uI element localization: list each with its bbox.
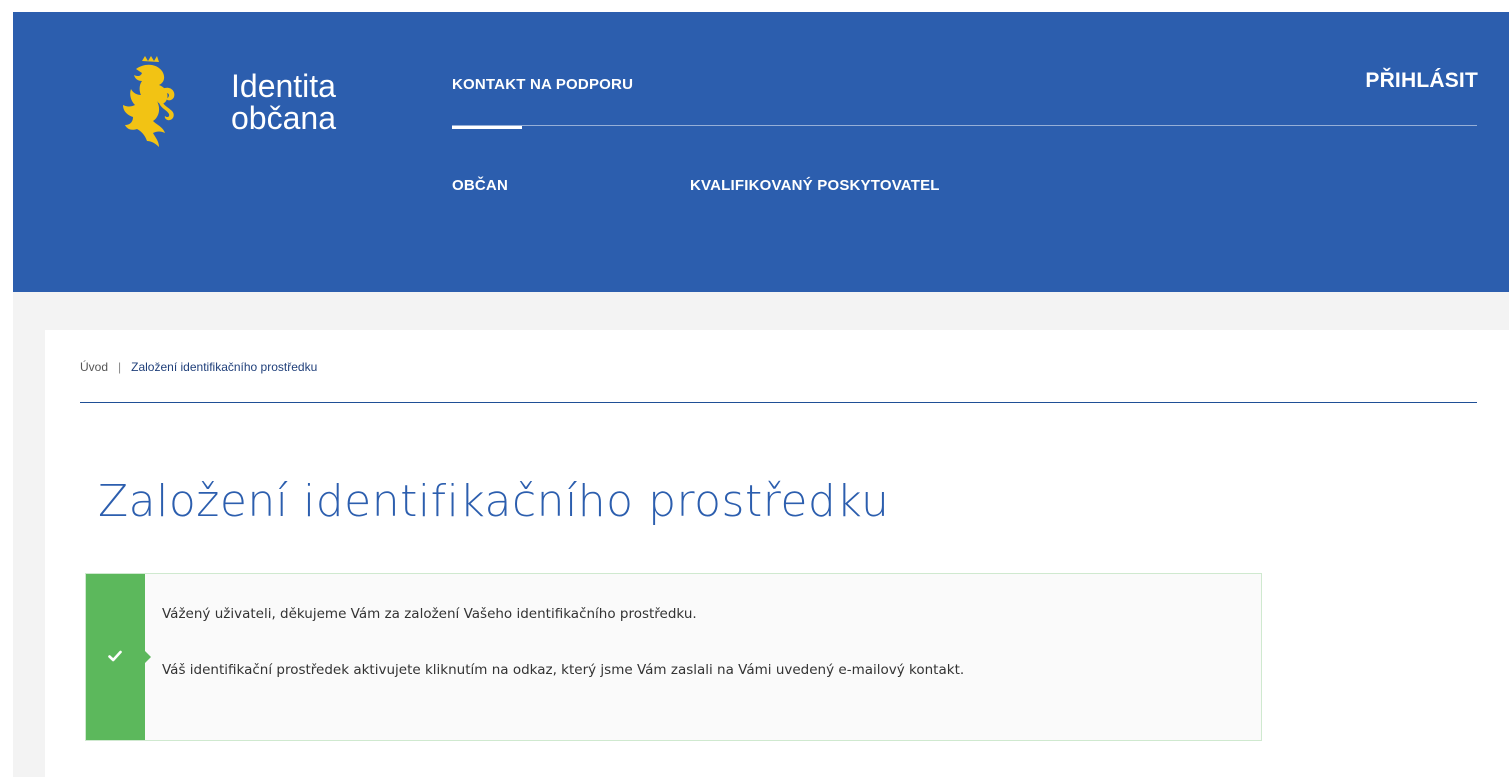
breadcrumb-home[interactable]: Úvod <box>80 360 108 374</box>
site-header <box>13 12 1509 292</box>
alert-pointer <box>145 651 151 663</box>
nav-qualified-provider[interactable]: KVALIFIKOVANÝ POSKYTOVATEL <box>690 177 940 194</box>
brand-line-1: Identita <box>231 68 336 104</box>
nav-citizen[interactable]: OBČAN <box>452 177 508 194</box>
login-button[interactable]: PŘIHLÁSIT <box>1365 69 1478 93</box>
alert-message-line-1: Vážený uživateli, děkujeme Vám za založe… <box>162 606 697 622</box>
alert-status-bar <box>86 574 145 740</box>
check-icon <box>108 650 122 662</box>
breadcrumb-divider <box>80 402 1477 403</box>
brand-line-2: občana <box>231 100 336 136</box>
nav-contact-support[interactable]: KONTAKT NA PODPORU <box>452 76 633 93</box>
lion-logo-icon[interactable] <box>122 55 178 157</box>
breadcrumb-current: Založení identifikačního prostředku <box>131 360 318 374</box>
success-alert: Vážený uživateli, děkujeme Vám za založe… <box>85 573 1262 741</box>
alert-message-line-2: Váš identifikační prostředek aktivujete … <box>162 662 965 678</box>
nav-active-indicator <box>452 126 522 129</box>
page-title: Založení identifikačního prostředku <box>98 476 890 527</box>
breadcrumb: Úvod | Založení identifikačního prostředku <box>80 360 317 374</box>
breadcrumb-separator: | <box>118 360 122 374</box>
brand-name[interactable]: Identita občana <box>231 70 336 134</box>
nav-divider <box>452 125 1477 126</box>
